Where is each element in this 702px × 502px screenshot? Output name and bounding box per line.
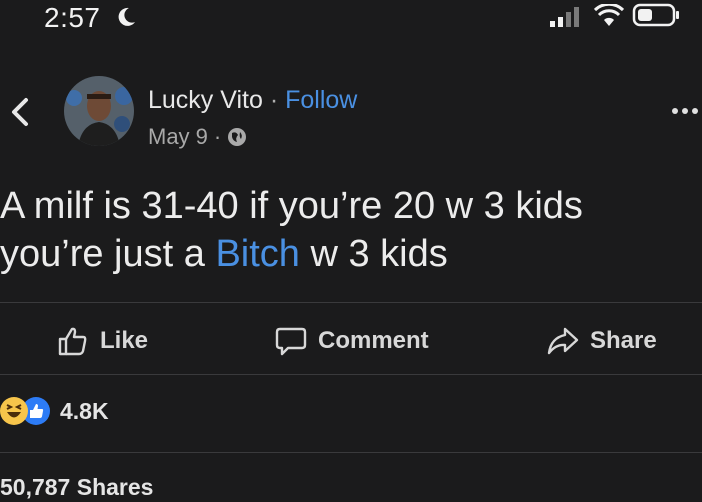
author-line: Lucky Vito · Follow — [148, 86, 357, 115]
wifi-icon — [594, 4, 624, 26]
reactions-summary[interactable]: 4.8K — [0, 393, 109, 429]
divider-bottom — [0, 452, 702, 453]
status-time: 2:57 — [44, 2, 101, 33]
moon-icon — [118, 7, 135, 26]
battery-icon — [632, 3, 679, 27]
share-arrow-icon — [547, 327, 579, 355]
post-body: A milf is 31-40 if you’re 20 w 3 kids yo… — [0, 182, 702, 278]
post-text-line-1: A milf is 31-40 if you’re 20 w 3 kids — [0, 185, 583, 227]
action-bar: Like Comment Share — [0, 318, 702, 364]
like-button[interactable]: Like — [56, 318, 148, 364]
separator-dot: · — [269, 86, 279, 114]
post-text-line-2-start: you’re just a — [0, 233, 216, 275]
comment-button[interactable]: Comment — [274, 318, 429, 364]
status-bar: 2:57 — [0, 0, 702, 36]
post-text-line-2: you’re just a Bitch w 3 kids — [0, 230, 702, 278]
date-separator-dot: · — [213, 124, 222, 149]
follow-link[interactable]: Follow — [285, 86, 357, 114]
reaction-count: 4.8K — [60, 397, 109, 424]
share-count[interactable]: 50,787 Shares — [0, 474, 153, 501]
share-label: Share — [590, 327, 657, 354]
thumbs-up-icon — [58, 327, 87, 356]
divider-top — [0, 302, 702, 303]
author-name[interactable]: Lucky Vito — [148, 86, 263, 114]
mention-link[interactable]: Bitch — [215, 233, 299, 275]
post-text-line-2-end: w 3 kids — [299, 233, 448, 275]
post-date[interactable]: May 9 — [148, 124, 208, 150]
share-button[interactable]: Share — [546, 318, 657, 364]
more-options-icon[interactable] — [670, 104, 702, 118]
divider-middle — [0, 374, 702, 375]
back-arrow-icon[interactable] — [6, 94, 36, 130]
comment-bubble-icon — [275, 327, 307, 356]
post-meta: May 9 · — [148, 124, 247, 150]
post-header: Lucky Vito · Follow May 9 · — [0, 70, 702, 160]
haha-reaction-icon — [0, 397, 28, 425]
cellular-signal-icon — [550, 7, 579, 27]
like-label: Like — [100, 327, 149, 354]
author-avatar[interactable] — [64, 76, 134, 146]
globe-icon — [228, 128, 247, 146]
comment-label: Comment — [318, 327, 429, 354]
